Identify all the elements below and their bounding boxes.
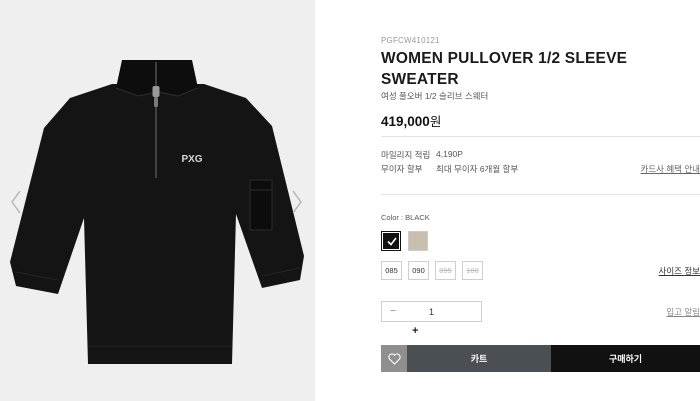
buy-now-button[interactable]: 구매하기 xyxy=(551,345,700,372)
next-image-button[interactable] xyxy=(290,188,304,216)
product-info-panel: PGFCW410121 WOMEN PULLOVER 1/2 SLEEVE SW… xyxy=(381,0,700,401)
size-option-100[interactable]: 100 xyxy=(462,261,483,280)
quantity-decrease-button[interactable]: − xyxy=(382,306,404,317)
mileage-value: 4,190P xyxy=(436,149,463,159)
mileage-row: 마일리지 적립 4,190P xyxy=(381,149,463,161)
add-to-cart-button[interactable]: 카트 xyxy=(407,345,551,372)
wishlist-button[interactable] xyxy=(381,345,407,372)
brand-logo: PXG xyxy=(181,154,202,165)
product-gallery: PXG xyxy=(0,0,315,401)
product-image: PXG xyxy=(10,60,304,364)
check-icon xyxy=(387,237,397,246)
product-price: 419,000원 xyxy=(381,111,441,130)
quantity-input[interactable]: 1 xyxy=(404,307,459,317)
purchase-bar: 카트 구매하기 xyxy=(381,345,700,372)
installment-row: 무이자 할부 최대 무이자 6개월 할부 xyxy=(381,163,518,175)
restock-alert-link[interactable]: 입고 알림 xyxy=(666,306,700,318)
size-option-090[interactable]: 090 xyxy=(408,261,429,280)
quantity-stepper: − 1 xyxy=(381,301,482,322)
color-label: Color : BLACK xyxy=(381,213,430,222)
product-sku: PGFCW410121 xyxy=(381,36,440,45)
installment-label: 무이자 할부 xyxy=(381,164,423,174)
chevron-right-icon xyxy=(292,190,302,214)
size-option-085[interactable]: 085 xyxy=(381,261,402,280)
previous-image-button[interactable] xyxy=(9,188,23,216)
color-swatch-black[interactable] xyxy=(381,231,401,251)
size-option-095[interactable]: 095 xyxy=(435,261,456,280)
product-title: WOMEN PULLOVER 1/2 SLEEVE SWEATER xyxy=(381,50,628,88)
mileage-label: 마일리지 적립 xyxy=(381,150,431,160)
divider xyxy=(381,194,700,195)
quantity-increase-button[interactable]: + xyxy=(412,325,418,337)
heart-icon xyxy=(387,352,401,365)
installment-value: 최대 무이자 6개월 할부 xyxy=(436,164,519,174)
chevron-left-icon xyxy=(11,190,21,214)
size-guide-link[interactable]: 사이즈 정보 xyxy=(659,265,700,277)
product-subtitle: 여성 풀오버 1/2 슬리브 스웨터 xyxy=(381,91,489,101)
card-benefits-link[interactable]: 카드사 혜택 안내 xyxy=(641,163,700,175)
color-swatch-beige[interactable] xyxy=(408,231,428,251)
price-unit: 원 xyxy=(429,115,442,129)
price-value: 419,000 xyxy=(381,114,430,129)
divider xyxy=(381,136,700,137)
